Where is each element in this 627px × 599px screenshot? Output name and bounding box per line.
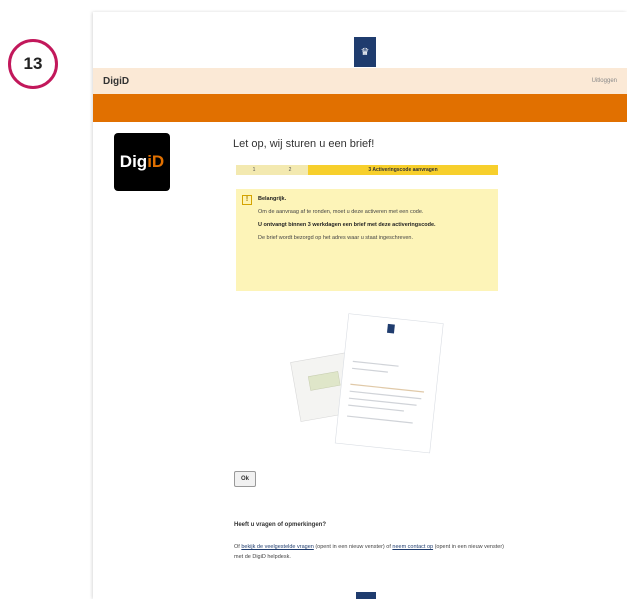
- notice-heading: Belangrijk.: [258, 196, 287, 202]
- progress-step-1: 1: [252, 167, 256, 173]
- ok-button[interactable]: Ok: [234, 471, 256, 487]
- logo-text-dig: Dig: [119, 152, 148, 171]
- royal-crest-icon: ♛: [354, 37, 376, 67]
- contact-text: Of bekijk de veelgestelde vragen (opent …: [234, 542, 504, 562]
- notice-paragraph-2: U ontvangt binnen 3 werkdagen een brief …: [258, 222, 436, 228]
- logo-text-id: iD: [147, 152, 165, 171]
- step-number-badge: 13: [8, 39, 58, 89]
- contact-link[interactable]: neem contact op: [392, 544, 433, 550]
- important-notice: ! Belangrijk. Om de aanvraag af te ronde…: [236, 189, 498, 291]
- notice-paragraph-1: Om de aanvraag af te ronden, moet u deze…: [258, 209, 424, 215]
- orange-banner: [93, 94, 627, 122]
- questions-heading: Heeft u vragen of opmerkingen?: [234, 522, 327, 528]
- digid-page: ♛ DigiD Uitloggen Dig iD Let op, wij stur…: [93, 12, 627, 599]
- progress-step-3: 3 Activeringscode aanvragen: [308, 165, 498, 175]
- header-bar: DigiD Uitloggen: [93, 68, 627, 94]
- progress-step-2: 2: [288, 167, 292, 173]
- faq-link[interactable]: bekijk de veelgestelde vragen: [241, 544, 313, 550]
- letter-envelope-illustration: [290, 313, 444, 454]
- digid-logo: Dig iD: [114, 133, 170, 191]
- contact-middle: (opent in een nieuw venster) of: [313, 544, 393, 550]
- warning-icon: !: [242, 195, 252, 205]
- header-title: DigiD: [103, 75, 130, 87]
- logout-link[interactable]: Uitloggen: [592, 78, 617, 84]
- notice-paragraph-3: De brief wordt bezorgd op het adres waar…: [258, 235, 414, 241]
- progress-steps: 1 2 3 Activeringscode aanvragen: [236, 165, 498, 175]
- page-title: Let op, wij sturen u een brief!: [233, 138, 375, 150]
- footer-mark: [356, 592, 376, 599]
